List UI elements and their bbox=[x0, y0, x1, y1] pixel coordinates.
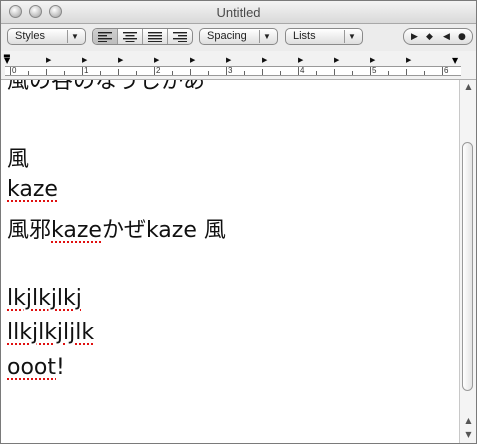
ruler-tick bbox=[442, 67, 443, 75]
ruler-tick bbox=[298, 67, 299, 75]
text-line: ooot! bbox=[7, 355, 65, 380]
text-line: 風の谷のなうしかあ bbox=[7, 80, 206, 94]
ruler-tick bbox=[136, 71, 137, 75]
text-run: かぜkaze 風 bbox=[101, 218, 226, 243]
misspelled-word[interactable]: kaze bbox=[51, 218, 102, 243]
ruler-tick bbox=[190, 69, 191, 75]
format-toolbar: Styles ▼ Spacing ▼ Lists ▼ ▶ ◆ ◀ ● bbox=[1, 24, 476, 51]
ruler-number: 3 bbox=[228, 66, 233, 75]
scroll-thumb[interactable] bbox=[462, 142, 473, 391]
tab-stop-icon[interactable]: ▶ bbox=[82, 57, 87, 64]
tab-stop-icon[interactable]: ▶ bbox=[154, 57, 159, 64]
ruler-number: 1 bbox=[84, 66, 89, 75]
document-text-area[interactable]: 風の谷のなうしかあ 風 kaze 風邪kazeかぜkaze 風 lkjlkjlk… bbox=[1, 80, 459, 443]
ruler-number: 4 bbox=[300, 66, 305, 75]
align-left-icon bbox=[98, 31, 112, 42]
text-run: ! bbox=[56, 355, 65, 380]
tab-stop-icon[interactable]: ▶ bbox=[334, 57, 339, 64]
misspelled-word[interactable]: ooot bbox=[7, 355, 56, 380]
tab-stop-icon[interactable]: ▶ bbox=[226, 57, 231, 64]
ruler-tick bbox=[280, 71, 281, 75]
spacing-popup[interactable]: Spacing ▼ bbox=[199, 28, 278, 45]
ruler-tick bbox=[352, 71, 353, 75]
align-justify-icon bbox=[148, 31, 162, 42]
ruler-scale: 0 1 2 3 4 5 6 bbox=[5, 66, 461, 76]
right-tab-icon[interactable]: ◀ bbox=[443, 30, 450, 44]
text-line: 風邪kazeかぜkaze 風 bbox=[7, 212, 226, 244]
text-line: lkjlkjlkj bbox=[7, 286, 82, 311]
align-justify-button[interactable] bbox=[143, 29, 168, 44]
vertical-scrollbar[interactable]: ▲ ▲ ▼ bbox=[459, 80, 476, 443]
lists-label: Lists bbox=[293, 30, 316, 42]
center-tab-icon[interactable]: ◆ bbox=[426, 30, 433, 44]
text-line: llkjlkjljlk bbox=[7, 320, 94, 345]
chevron-down-icon: ▼ bbox=[67, 30, 82, 43]
ruler-tick bbox=[118, 69, 119, 75]
styles-popup[interactable]: Styles ▼ bbox=[7, 28, 86, 45]
ruler-tick bbox=[208, 71, 209, 75]
ruler-number: 2 bbox=[156, 66, 161, 75]
ruler-tick bbox=[46, 69, 47, 75]
window-title: Untitled bbox=[216, 5, 261, 20]
ruler-tick bbox=[370, 67, 371, 75]
ruler-tick bbox=[154, 67, 155, 75]
ruler-tick bbox=[64, 71, 65, 75]
chevron-down-icon: ▼ bbox=[344, 30, 359, 43]
ruler-number: 0 bbox=[12, 66, 17, 75]
align-right-button[interactable] bbox=[168, 29, 192, 44]
text-line: 風 bbox=[7, 147, 30, 172]
ruler-tick bbox=[388, 71, 389, 75]
misspelled-word[interactable]: kaze bbox=[7, 177, 58, 202]
tab-stop-icon[interactable]: ▶ bbox=[190, 57, 195, 64]
left-indent-marker-icon[interactable]: ▼ bbox=[4, 57, 10, 65]
ruler-number: 5 bbox=[372, 66, 377, 75]
ruler-tick bbox=[244, 71, 245, 75]
align-center-button[interactable] bbox=[118, 29, 143, 44]
misspelled-word[interactable]: lkjlkjlkj bbox=[7, 286, 82, 311]
ruler-tick bbox=[316, 71, 317, 75]
ruler-tick bbox=[10, 67, 11, 75]
ruler-tick bbox=[334, 69, 335, 75]
decimal-tab-icon[interactable]: ● bbox=[458, 30, 466, 44]
tab-stop-icon[interactable]: ▶ bbox=[370, 57, 375, 64]
ruler-tick bbox=[28, 71, 29, 75]
left-tab-icon[interactable]: ▶ bbox=[411, 30, 418, 44]
tab-stop-icon[interactable]: ▶ bbox=[298, 57, 303, 64]
ruler-tick bbox=[172, 71, 173, 75]
text-line: kaze bbox=[7, 177, 58, 202]
ruler-tick bbox=[406, 69, 407, 75]
text-run: 風邪 bbox=[7, 218, 52, 243]
tab-stop-icon[interactable]: ▶ bbox=[262, 57, 267, 64]
alignment-control bbox=[92, 28, 193, 45]
chevron-down-icon: ▼ bbox=[259, 30, 274, 43]
ruler-number: 6 bbox=[444, 66, 449, 75]
align-left-button[interactable] bbox=[93, 29, 118, 44]
lists-popup[interactable]: Lists ▼ bbox=[285, 28, 363, 45]
align-center-icon bbox=[123, 31, 137, 42]
ruler-tick bbox=[262, 69, 263, 75]
tab-stop-icon[interactable]: ▶ bbox=[46, 57, 51, 64]
ruler-tick bbox=[100, 71, 101, 75]
right-indent-marker-icon[interactable]: ▼ bbox=[452, 57, 458, 65]
misspelled-word[interactable]: llkjlkjljlk bbox=[7, 320, 94, 345]
ruler-tick bbox=[226, 67, 227, 75]
tab-stops-control[interactable]: ▶ ◆ ◀ ● bbox=[403, 28, 473, 45]
spacing-label: Spacing bbox=[207, 30, 247, 42]
scroll-down-icon[interactable]: ▼ bbox=[460, 428, 476, 442]
styles-label: Styles bbox=[15, 30, 45, 42]
align-right-icon bbox=[173, 31, 187, 42]
title-bar[interactable]: Untitled bbox=[1, 1, 476, 24]
tab-stop-icon[interactable]: ▶ bbox=[118, 57, 123, 64]
ruler-tick bbox=[424, 71, 425, 75]
ruler-tick bbox=[82, 67, 83, 75]
text-edit-window: Untitled Styles ▼ Spacing ▼ Lists ▼ ▶ ◆ … bbox=[0, 0, 477, 444]
scroll-up-icon[interactable]: ▲ bbox=[460, 80, 476, 94]
scroll-down-icon[interactable]: ▲ bbox=[460, 414, 476, 428]
tab-stop-icon[interactable]: ▶ bbox=[406, 57, 411, 64]
ruler[interactable]: ▬ ▼ ▼ ▶ ▶ ▶ ▶ ▶ ▶ ▶ ▶ ▶ ▶ ▶ 0 1 2 3 4 5 … bbox=[1, 51, 476, 80]
